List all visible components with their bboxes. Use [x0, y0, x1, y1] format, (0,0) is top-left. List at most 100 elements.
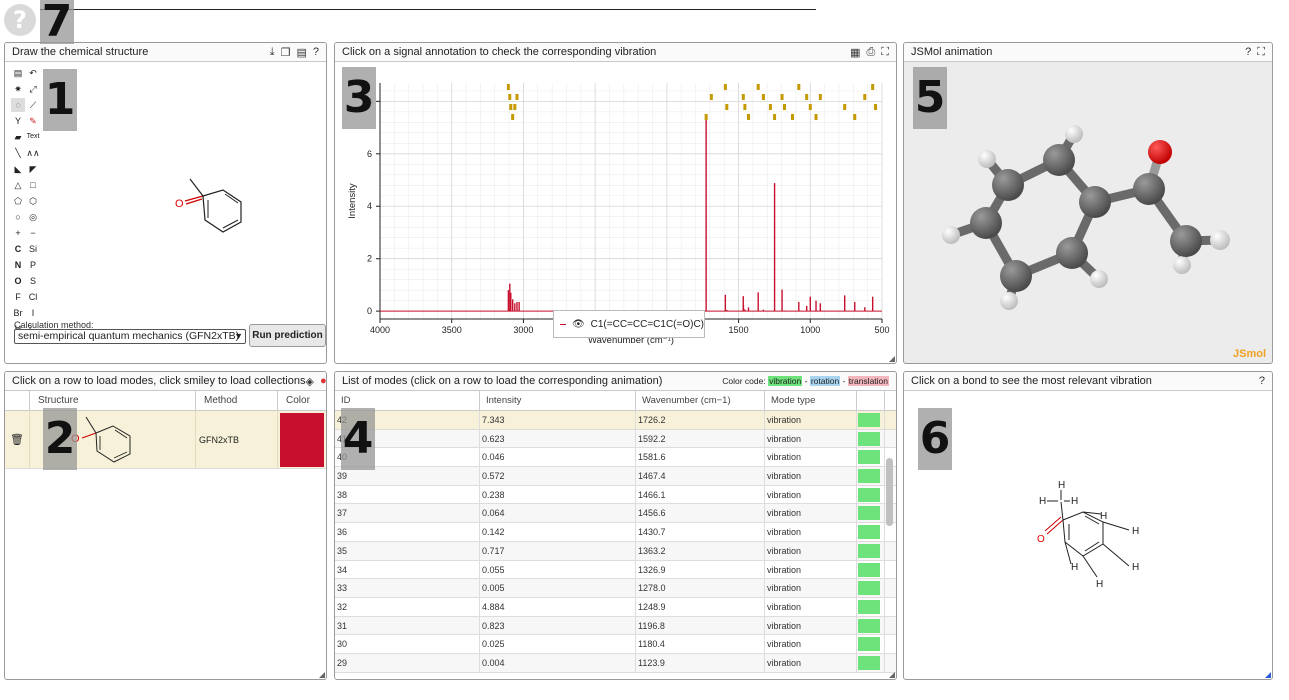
table-row[interactable]: 35 0.717 1363.2 vibration — [335, 541, 896, 561]
signal-annotation[interactable] — [863, 94, 867, 100]
bond-branch-icon[interactable]: Y — [11, 114, 25, 128]
atom-o[interactable]: O — [11, 274, 25, 288]
minus-charge-icon[interactable]: − — [26, 226, 40, 240]
resize-handle[interactable] — [889, 356, 895, 362]
lasso-icon[interactable]: ◌ — [11, 98, 25, 112]
calc-method-select[interactable]: semi-empirical quantum mechanics (GFN2xT… — [14, 329, 246, 344]
eye-icon[interactable]: 👁 — [572, 319, 585, 330]
signal-annotation[interactable] — [746, 114, 750, 120]
column-intensity[interactable]: Intensity — [480, 391, 636, 410]
plus-charge-icon[interactable]: + — [11, 226, 25, 240]
help-icon[interactable]: ? — [1259, 375, 1265, 387]
signal-annotation[interactable] — [511, 114, 515, 120]
signal-annotation[interactable] — [808, 104, 812, 110]
run-prediction-button[interactable]: Run prediction — [249, 324, 326, 347]
signal-annotation[interactable] — [871, 84, 875, 90]
signal-annotation[interactable] — [509, 104, 513, 110]
color-swatch[interactable] — [280, 413, 324, 467]
table-row[interactable]: 38 0.238 1466.1 vibration — [335, 485, 896, 505]
fullscreen-icon[interactable]: ⛶ — [881, 46, 889, 59]
color-cell[interactable] — [278, 411, 326, 468]
expand-icon[interactable]: ⤢ — [26, 82, 40, 96]
table-row[interactable]: 30 0.025 1180.4 vibration — [335, 635, 896, 654]
signal-annotation[interactable] — [818, 94, 822, 100]
molecule-drawing[interactable]: O — [165, 168, 255, 238]
atom-c[interactable]: C — [11, 242, 25, 256]
signal-annotation[interactable] — [782, 104, 786, 110]
text-tool[interactable]: Text — [26, 130, 40, 144]
atom-br[interactable]: Br — [11, 306, 25, 320]
resize-handle[interactable] — [889, 672, 895, 678]
table-row[interactable]: 400.0461581.6vibration — [335, 448, 896, 468]
resize-handle[interactable] — [1265, 672, 1271, 678]
signal-annotation[interactable] — [780, 94, 784, 100]
download-icon[interactable]: ⤓ — [270, 46, 275, 59]
pentagon-icon[interactable]: ⬠ — [11, 194, 25, 208]
undo-icon[interactable]: ↶ — [26, 66, 40, 80]
signal-annotation[interactable] — [853, 114, 857, 120]
signal-annotation[interactable] — [741, 94, 745, 100]
signal-annotation[interactable] — [874, 104, 878, 110]
table-row[interactable]: 29 0.004 1123.9 vibration — [335, 653, 896, 673]
signal-annotation[interactable] — [843, 104, 847, 110]
table-row[interactable]: 37 0.064 1456.6 vibration — [335, 504, 896, 524]
table-row[interactable]: 410.6231592.2vibration — [335, 429, 896, 449]
bond-structure-drawing[interactable]: H H H H H H H H O — [1029, 472, 1149, 592]
signal-annotation[interactable] — [791, 114, 795, 120]
signal-annotation[interactable] — [805, 94, 809, 100]
print-icon[interactable]: ⎙ — [866, 46, 875, 59]
single-bond-icon[interactable]: ╲ — [11, 146, 25, 160]
signal-annotation[interactable] — [506, 84, 510, 90]
signal-annotation[interactable] — [743, 104, 747, 110]
jsmol-3d-viewer[interactable] — [904, 63, 1272, 363]
signal-annotation[interactable] — [756, 84, 760, 90]
atom-i[interactable]: I — [26, 306, 40, 320]
atom-si[interactable]: Si — [26, 242, 40, 256]
help-icon[interactable]: ? — [1245, 46, 1251, 59]
table-row[interactable]: 33 0.005 1278.0 vibration — [335, 579, 896, 598]
signal-annotation[interactable] — [513, 104, 517, 110]
table-row[interactable]: 39 0.572 1467.4 vibration — [335, 467, 896, 486]
signal-annotation[interactable] — [761, 94, 765, 100]
atom-s[interactable]: S — [26, 274, 40, 288]
clean-icon[interactable]: ✷ — [11, 82, 25, 96]
square-icon[interactable]: □ — [26, 178, 40, 192]
atom-p[interactable]: P — [26, 258, 40, 272]
resize-handle[interactable] — [319, 672, 325, 678]
new-icon[interactable]: ▤ — [11, 66, 25, 80]
signal-annotation[interactable] — [725, 104, 729, 110]
line-tool-icon[interactable]: ⟋ — [26, 98, 40, 112]
smiley-icon[interactable]: ● — [320, 375, 326, 388]
chart-legend[interactable]: 👁 C1(=CC=CC=C1C(=O)C) — [553, 310, 705, 338]
trash-icon[interactable]: 🗑 — [5, 411, 30, 468]
wedge-bond-icon[interactable]: ◣ — [11, 162, 25, 176]
table-row[interactable]: 34 0.055 1326.9 vibration — [335, 560, 896, 580]
scrollbar[interactable] — [886, 458, 893, 526]
signal-annotation[interactable] — [515, 94, 519, 100]
chain-icon[interactable]: ∧∧ — [26, 146, 40, 160]
signal-annotation[interactable] — [709, 94, 713, 100]
signal-annotation[interactable] — [723, 84, 727, 90]
column-wavenumber[interactable]: Wavenumber (cm−1) — [636, 391, 765, 410]
table-row[interactable]: 32 4.884 1248.9 vibration — [335, 597, 896, 617]
help-icon[interactable]: ? — [4, 4, 36, 36]
table-row[interactable]: 31 0.823 1196.8 vibration — [335, 616, 896, 636]
signal-annotation[interactable] — [797, 84, 801, 90]
eraser-icon[interactable]: ▰ — [11, 130, 25, 144]
table-row[interactable]: 36 0.142 1430.7 vibration — [335, 523, 896, 542]
heptagon-icon[interactable]: ○ — [11, 210, 25, 224]
table-row[interactable]: 427.3431726.2vibration — [335, 411, 896, 430]
pen-icon[interactable]: ✎ — [26, 114, 40, 128]
fullscreen-icon[interactable]: ⛶ — [1257, 46, 1265, 59]
octagon-icon[interactable]: ◎ — [26, 210, 40, 224]
signal-annotation[interactable] — [814, 114, 818, 120]
eraser-icon[interactable]: ◈ — [305, 375, 313, 388]
help-icon[interactable]: ? — [313, 46, 319, 59]
atom-n[interactable]: N — [11, 258, 25, 272]
export-icon[interactable]: ▦ — [850, 46, 860, 59]
signal-annotation[interactable] — [773, 114, 777, 120]
signal-annotation[interactable] — [768, 104, 772, 110]
hexagon-icon[interactable]: ⬡ — [26, 194, 40, 208]
triangle-icon[interactable]: △ — [11, 178, 25, 192]
paste-icon[interactable]: ▤ — [296, 46, 306, 59]
